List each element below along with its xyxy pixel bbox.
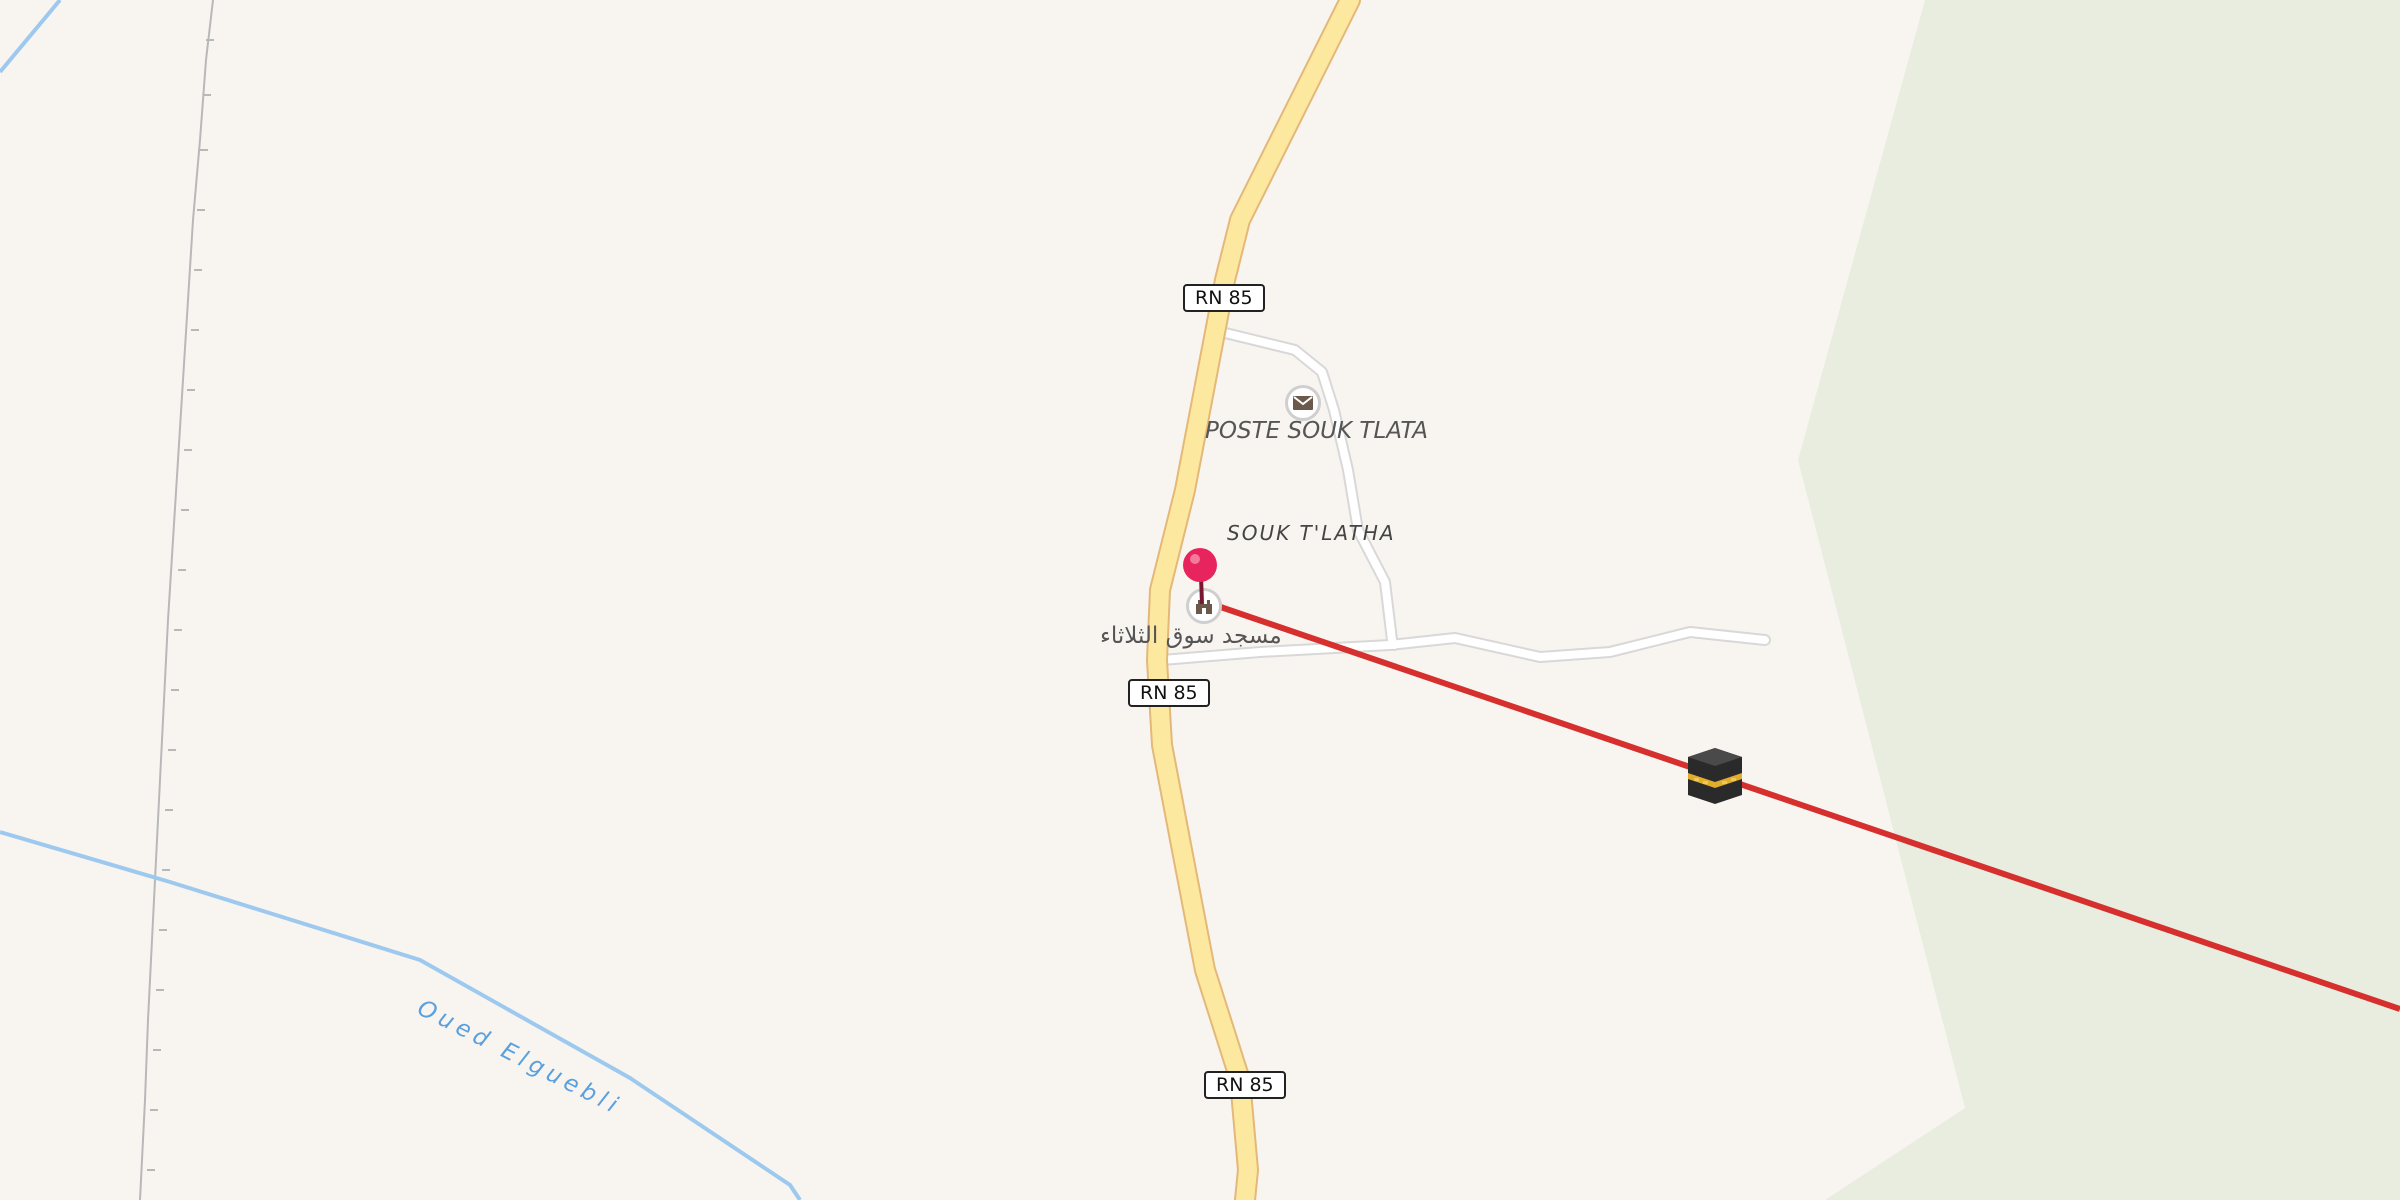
post-office-label[interactable]: POSTE SOUK TLATA — [1205, 418, 1428, 444]
road-shield-rn85-top[interactable]: RN 85 — [1183, 284, 1265, 312]
envelope-icon — [1293, 396, 1313, 410]
post-office-icon-badge[interactable] — [1285, 385, 1321, 421]
kaaba-icon — [1688, 748, 1742, 804]
stream-top-left — [0, 0, 62, 74]
map-canvas[interactable]: RN 85 RN 85 RN 85 POSTE SOUK TLATA SOUK … — [0, 0, 2400, 1200]
railway — [139, 0, 214, 1200]
green-area — [1798, 0, 2400, 1200]
locality-label[interactable]: SOUK T'LATHA — [1227, 521, 1396, 545]
waterway-oued — [0, 830, 802, 1200]
road-shield-rn85-middle[interactable]: RN 85 — [1128, 679, 1210, 707]
minor-roads — [1156, 324, 1771, 666]
location-pin-icon[interactable] — [1180, 546, 1220, 606]
mosque-label[interactable]: مسجد سوق الثلاثاء — [1100, 623, 1282, 649]
road-shield-rn85-bottom[interactable]: RN 85 — [1204, 1071, 1286, 1099]
railway-ticks — [147, 39, 214, 1171]
